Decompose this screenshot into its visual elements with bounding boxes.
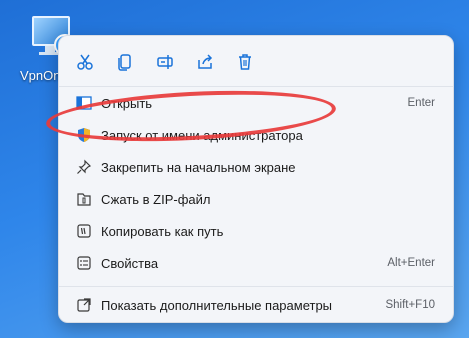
zip-icon	[73, 191, 95, 207]
copy-button[interactable]	[109, 48, 141, 76]
more-options-icon	[73, 297, 95, 313]
menu-item-zip[interactable]: Сжать в ZIP-файл	[63, 184, 449, 214]
menu-item-properties[interactable]: Свойства Alt+Enter	[63, 248, 449, 278]
context-menu-toolbar	[69, 48, 261, 76]
divider	[59, 286, 453, 287]
menu-item-label: Копировать как путь	[101, 223, 224, 239]
menu-item-label: Свойства	[101, 255, 159, 271]
copy-icon	[118, 54, 131, 71]
share-icon	[198, 54, 213, 69]
menu-item-label: Показать дополнительные параметры	[101, 297, 333, 313]
menu-item-more-options[interactable]: Показать дополнительные параметры Shift+…	[63, 290, 449, 320]
desktop-shortcut-label: VpnOn	[20, 68, 61, 83]
pin-icon	[73, 159, 95, 175]
cut-button[interactable]	[69, 48, 101, 76]
divider	[59, 86, 453, 87]
delete-icon	[239, 54, 251, 70]
menu-item-shortcut: Alt+Enter	[387, 257, 435, 269]
context-menu: Открыть Enter Запуск от имени администра…	[58, 35, 454, 323]
delete-button[interactable]	[229, 48, 261, 76]
cut-icon	[77, 54, 93, 70]
rename-button[interactable]	[149, 48, 181, 76]
copy-path-icon	[73, 223, 95, 239]
properties-icon	[73, 255, 95, 271]
menu-item-shortcut: Enter	[407, 97, 436, 109]
menu-item-label: Закрепить на начальном экране	[101, 159, 296, 175]
rename-icon	[157, 55, 173, 69]
menu-item-label: Сжать в ZIP-файл	[101, 191, 211, 207]
share-button[interactable]	[189, 48, 221, 76]
menu-item-pin-start[interactable]: Закрепить на начальном экране	[63, 152, 449, 182]
menu-item-shortcut: Shift+F10	[385, 299, 435, 311]
menu-item-copy-as-path[interactable]: Копировать как путь	[63, 216, 449, 246]
